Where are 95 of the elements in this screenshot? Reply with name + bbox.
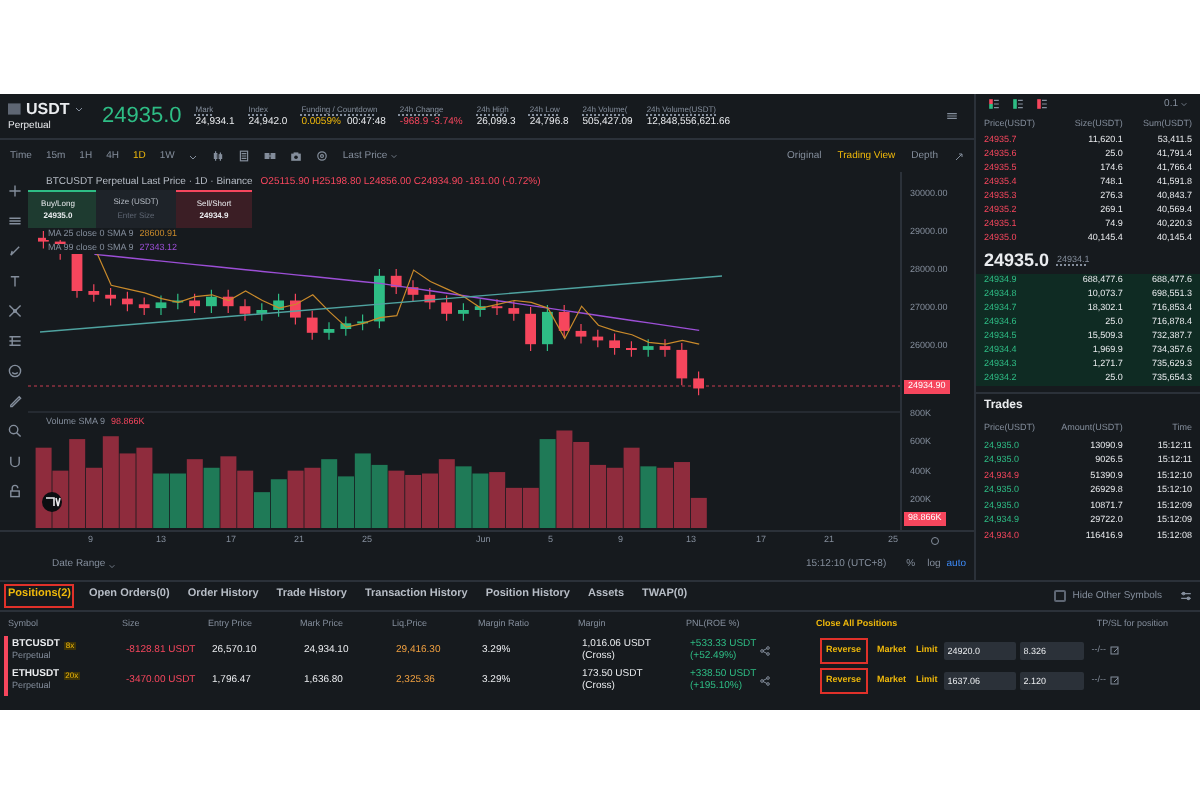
candle xyxy=(575,323,587,345)
candle xyxy=(491,298,503,316)
logo-icon xyxy=(8,102,22,116)
caret-icon xyxy=(389,152,398,160)
caret-icon xyxy=(1180,100,1188,108)
volume-bar xyxy=(304,467,321,528)
volume-bar xyxy=(657,467,674,528)
caret-icon xyxy=(107,561,116,569)
candle xyxy=(609,332,620,356)
volume-bar xyxy=(270,479,287,528)
settings-icon[interactable] xyxy=(946,110,958,122)
candle xyxy=(88,283,100,303)
edit-icon[interactable] xyxy=(1110,646,1121,656)
candle xyxy=(222,289,234,314)
volume-bar xyxy=(455,466,472,528)
volume-bar xyxy=(405,474,422,528)
volume-bar xyxy=(321,459,338,528)
candle xyxy=(676,342,688,386)
volume-bar xyxy=(438,459,455,528)
orderbook-both-icon[interactable] xyxy=(988,98,1000,110)
candle xyxy=(155,294,167,316)
candle xyxy=(390,268,402,295)
candle xyxy=(458,302,469,322)
indicator-icon[interactable] xyxy=(238,150,251,162)
text-icon[interactable] xyxy=(7,274,21,288)
candle xyxy=(642,338,654,358)
ruler-icon[interactable] xyxy=(7,334,21,348)
layout-icon[interactable] xyxy=(264,150,277,162)
filter-icon[interactable] xyxy=(1180,590,1192,602)
candle xyxy=(239,298,251,322)
smiley-icon[interactable] xyxy=(7,364,21,378)
candle xyxy=(407,279,419,303)
edit-icon[interactable] xyxy=(1110,676,1121,686)
volume-bar xyxy=(606,467,623,528)
volume-bar xyxy=(119,453,136,528)
magnet-icon[interactable] xyxy=(7,454,21,468)
expand-icon[interactable] xyxy=(954,151,964,161)
candle xyxy=(138,296,150,316)
reset-icon[interactable] xyxy=(930,536,940,546)
candle xyxy=(558,304,570,339)
candle xyxy=(525,306,536,352)
volume-bar xyxy=(287,470,304,528)
candle xyxy=(122,291,133,312)
lines-icon[interactable] xyxy=(7,214,21,228)
candle xyxy=(340,315,352,337)
settings-icon[interactable] xyxy=(316,150,329,162)
candle xyxy=(542,304,553,352)
volume-bar xyxy=(35,447,52,528)
candle xyxy=(508,300,520,322)
volume-bar xyxy=(556,430,573,528)
volume-bar xyxy=(623,447,640,528)
candle xyxy=(424,287,436,310)
volume-bar xyxy=(186,459,203,528)
volume-bar xyxy=(203,467,220,528)
volume-bar xyxy=(388,470,405,528)
candle xyxy=(626,340,637,358)
last-price: 24935.0 xyxy=(102,105,182,127)
volume-bar xyxy=(472,473,489,528)
volume-bar xyxy=(220,456,237,528)
last-price: 24935.0 xyxy=(984,251,1050,269)
candle xyxy=(323,321,335,341)
candle xyxy=(256,302,268,322)
candle xyxy=(592,329,604,348)
zoom-icon[interactable] xyxy=(7,424,21,438)
lock-icon[interactable] xyxy=(7,484,21,498)
volume-bar xyxy=(371,464,388,528)
candle xyxy=(172,293,184,310)
candle xyxy=(693,370,704,396)
candle xyxy=(273,293,284,318)
candle xyxy=(374,268,385,329)
pencil-icon[interactable] xyxy=(7,394,21,408)
candle xyxy=(474,298,486,318)
candle xyxy=(441,294,452,322)
candle xyxy=(290,293,301,326)
candle xyxy=(105,287,116,307)
candle xyxy=(357,313,368,331)
pattern-icon[interactable] xyxy=(7,304,21,318)
crosshair-icon[interactable] xyxy=(7,184,21,198)
symbol-name[interactable]: USDT xyxy=(26,101,70,117)
candle xyxy=(206,289,217,314)
camera-icon[interactable] xyxy=(290,150,303,162)
orderbook-bids-icon[interactable] xyxy=(1012,98,1024,110)
candle xyxy=(189,293,200,314)
orderbook-asks-icon[interactable] xyxy=(1036,98,1048,110)
candle xyxy=(306,310,318,341)
logo-icon xyxy=(42,492,62,512)
brush-icon[interactable] xyxy=(7,244,21,258)
volume-bar xyxy=(489,472,506,528)
candle xyxy=(659,338,671,358)
volume-bar xyxy=(573,441,590,528)
share-icon[interactable] xyxy=(760,676,771,686)
checkbox[interactable] xyxy=(1054,590,1067,602)
volume-bar xyxy=(640,466,657,528)
share-icon[interactable] xyxy=(760,646,771,656)
candle-type-icon[interactable] xyxy=(212,150,225,162)
